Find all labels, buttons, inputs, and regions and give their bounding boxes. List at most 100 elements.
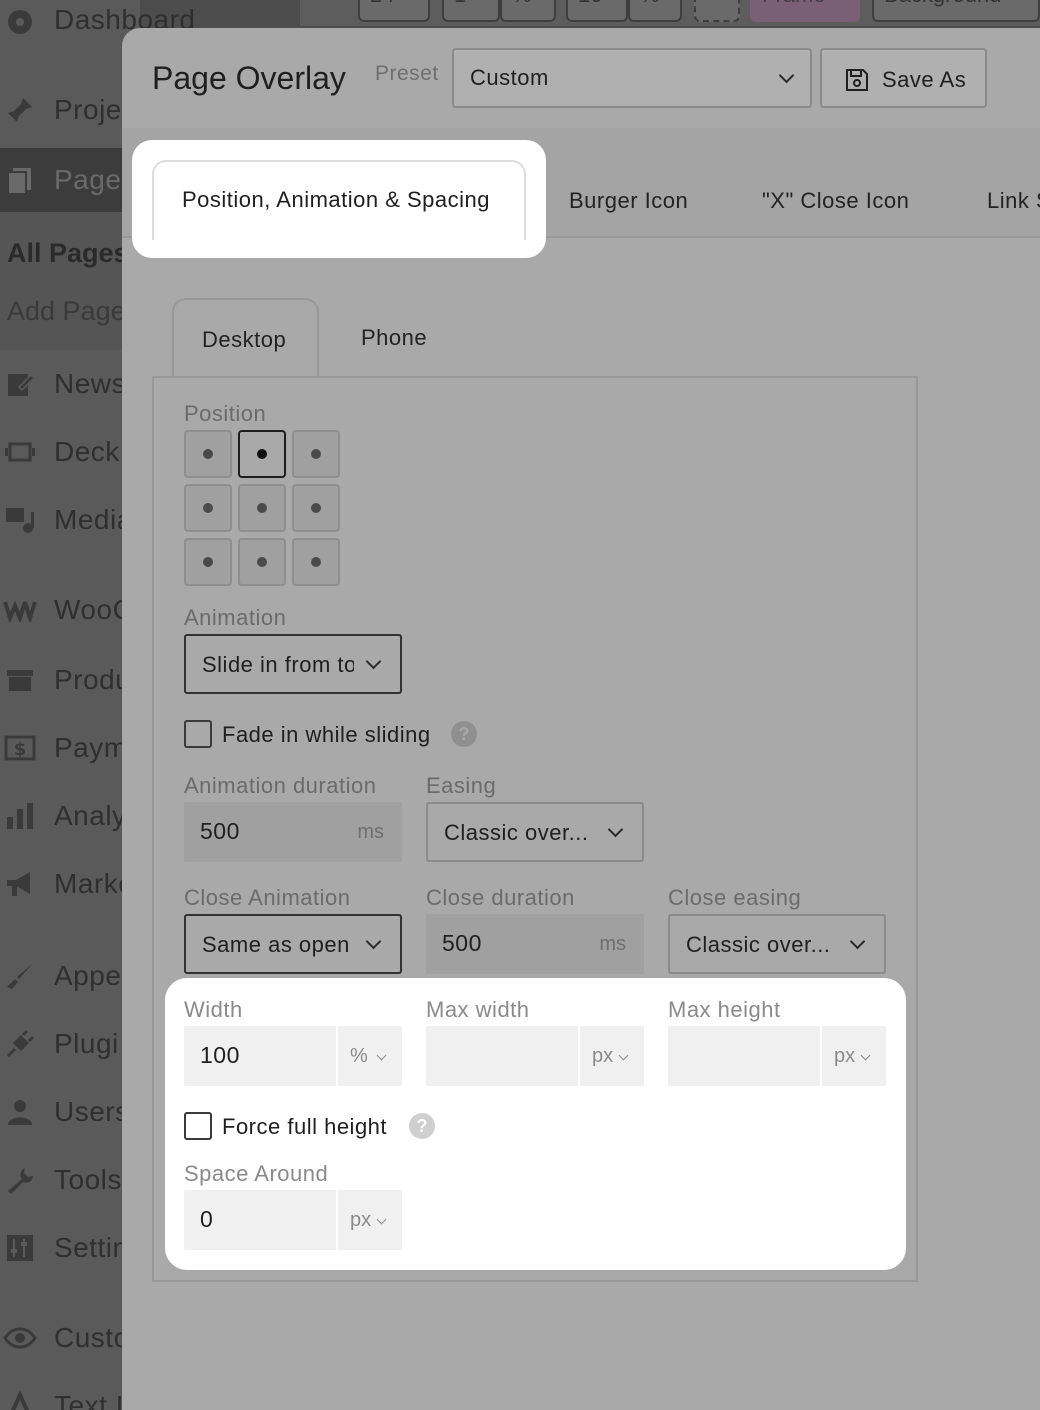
pages-icon: [2, 162, 38, 198]
help-icon[interactable]: ?: [409, 1113, 435, 1139]
width-input[interactable]: 100 %: [184, 1026, 402, 1086]
toolbar-field: 10: [566, 0, 628, 22]
tab-highlight: Position, Animation & Spacing: [132, 140, 546, 258]
sidebar-item-projects[interactable]: Proje: [0, 80, 140, 140]
toolbar-frame-toggle: [694, 0, 740, 22]
chevron-down-icon: [376, 1050, 387, 1061]
close-easing-label: Close easing: [668, 885, 802, 910]
tab-label: Position, Animation & Spacing: [182, 187, 491, 212]
chevron-down-icon: [365, 933, 382, 950]
toolbar-field: 1: [442, 0, 500, 22]
sidebar-item-appearance[interactable]: Appe: [0, 946, 140, 1006]
wrench-icon: [2, 1162, 38, 1198]
sidebar-item-settings[interactable]: Settin: [0, 1218, 140, 1278]
toolbar-unit: %: [500, 0, 556, 22]
megaphone-icon: [2, 866, 38, 902]
space-around-input[interactable]: 0 px: [184, 1190, 402, 1250]
woo-icon: [2, 592, 38, 628]
position-middle-center[interactable]: [238, 484, 286, 532]
force-full-height-label: Force full height: [222, 1114, 388, 1139]
animation-duration-input[interactable]: 500 ms: [184, 802, 402, 862]
tab-close-icon[interactable]: "X" Close Icon: [762, 188, 909, 214]
eye-icon: [2, 1320, 38, 1356]
chevron-down-icon: [778, 67, 795, 84]
sidebar-item-news[interactable]: News: [0, 354, 140, 414]
brush-icon: [2, 958, 38, 994]
sidebar-item-media[interactable]: Media: [0, 490, 140, 550]
submenu-all-pages[interactable]: All Pages: [7, 238, 129, 269]
sidebar-item-users[interactable]: Users: [0, 1082, 140, 1142]
chevron-down-icon: [849, 933, 866, 950]
sidebar-item-products[interactable]: Produ: [0, 650, 140, 710]
force-full-height-checkbox[interactable]: [184, 1112, 212, 1140]
position-bottom-center[interactable]: [238, 538, 286, 586]
position-bottom-right[interactable]: [292, 538, 340, 586]
space-around-unit-select[interactable]: px: [336, 1190, 402, 1250]
max-height-unit-select[interactable]: px: [820, 1026, 886, 1086]
settings-icon: [2, 1230, 38, 1266]
sidebar-item-text[interactable]: Text I: [0, 1376, 140, 1410]
preset-label: Preset: [375, 62, 439, 85]
width-label: Width: [184, 997, 243, 1022]
tab-link-styles[interactable]: Link S: [987, 188, 1040, 214]
max-height-input[interactable]: px: [668, 1026, 886, 1086]
user-icon: [2, 1094, 38, 1130]
width-unit-select[interactable]: %: [336, 1026, 402, 1086]
plug-icon: [2, 1026, 38, 1062]
sidebar-item-tools[interactable]: Tools: [0, 1150, 140, 1210]
position-bottom-left[interactable]: [184, 538, 232, 586]
sidebar-item-pages[interactable]: Pages: [0, 148, 140, 212]
panel-header: Page Overlay Preset Custom Save As: [122, 28, 1040, 128]
preset-select[interactable]: Custom: [452, 48, 812, 108]
chevron-down-icon: [365, 653, 382, 670]
text-icon: [2, 1388, 38, 1410]
easing-label: Easing: [426, 773, 497, 798]
size-spacing-highlight: Width 100 % Max width px Max height px F…: [165, 978, 906, 1270]
max-height-label: Max height: [668, 997, 781, 1022]
close-easing-select[interactable]: Classic over...: [668, 914, 886, 974]
animation-select[interactable]: Slide in from top: [184, 634, 402, 694]
max-width-input[interactable]: px: [426, 1026, 644, 1086]
media-icon: [2, 502, 38, 538]
fade-checkbox[interactable]: [184, 720, 212, 748]
tab-desktop[interactable]: Desktop: [172, 298, 319, 378]
sidebar-item-payments[interactable]: $ Paym: [0, 718, 140, 778]
position-top-left[interactable]: [184, 430, 232, 478]
animation-label: Animation: [184, 605, 287, 630]
close-animation-select[interactable]: Same as open: [184, 914, 402, 974]
admin-sidebar: Dashboard Proje Pages All Pages Add Page…: [0, 0, 195, 1410]
dashboard-icon: [2, 2, 38, 38]
toolbar-unit: %: [628, 0, 682, 22]
tab-burger-icon[interactable]: Burger Icon: [569, 188, 688, 214]
fade-label: Fade in while sliding: [222, 722, 431, 747]
sidebar-item-deck[interactable]: Deck: [0, 422, 140, 482]
position-middle-left[interactable]: [184, 484, 232, 532]
pages-submenu: [0, 212, 140, 350]
chevron-down-icon: [376, 1214, 387, 1225]
toolbar-background-chip: Background: [872, 0, 1040, 22]
position-label: Position: [184, 401, 267, 426]
sidebar-item-analytics[interactable]: Analy: [0, 786, 140, 846]
sidebar-item-marketing[interactable]: Marke: [0, 854, 140, 914]
max-width-unit-select[interactable]: px: [578, 1026, 644, 1086]
position-top-center[interactable]: [238, 430, 286, 478]
toolbar-frame-chip: Frame: [750, 0, 860, 22]
submenu-add-page[interactable]: Add Page: [7, 296, 126, 327]
archive-icon: [2, 662, 38, 698]
chevron-down-icon: [618, 1050, 629, 1061]
help-icon[interactable]: ?: [451, 721, 477, 747]
save-as-button[interactable]: Save As: [820, 48, 987, 108]
close-duration-input[interactable]: 500 ms: [426, 914, 644, 974]
sidebar-item-plugins[interactable]: Plugi: [0, 1014, 140, 1074]
position-middle-right[interactable]: [292, 484, 340, 532]
sidebar-item-customize[interactable]: Custo: [0, 1308, 140, 1368]
space-around-label: Space Around: [184, 1161, 329, 1186]
background-toolbar: 24 1 % 10 % Frame Background: [300, 0, 1040, 26]
chevron-down-icon: [607, 821, 624, 838]
save-icon: [844, 67, 870, 98]
sidebar-item-woocommerce[interactable]: WooC: [0, 580, 140, 640]
sidebar-item-dashboard[interactable]: Dashboard: [0, 0, 195, 50]
deck-icon: [2, 434, 38, 470]
easing-select[interactable]: Classic over...: [426, 802, 644, 862]
position-top-right[interactable]: [292, 430, 340, 478]
